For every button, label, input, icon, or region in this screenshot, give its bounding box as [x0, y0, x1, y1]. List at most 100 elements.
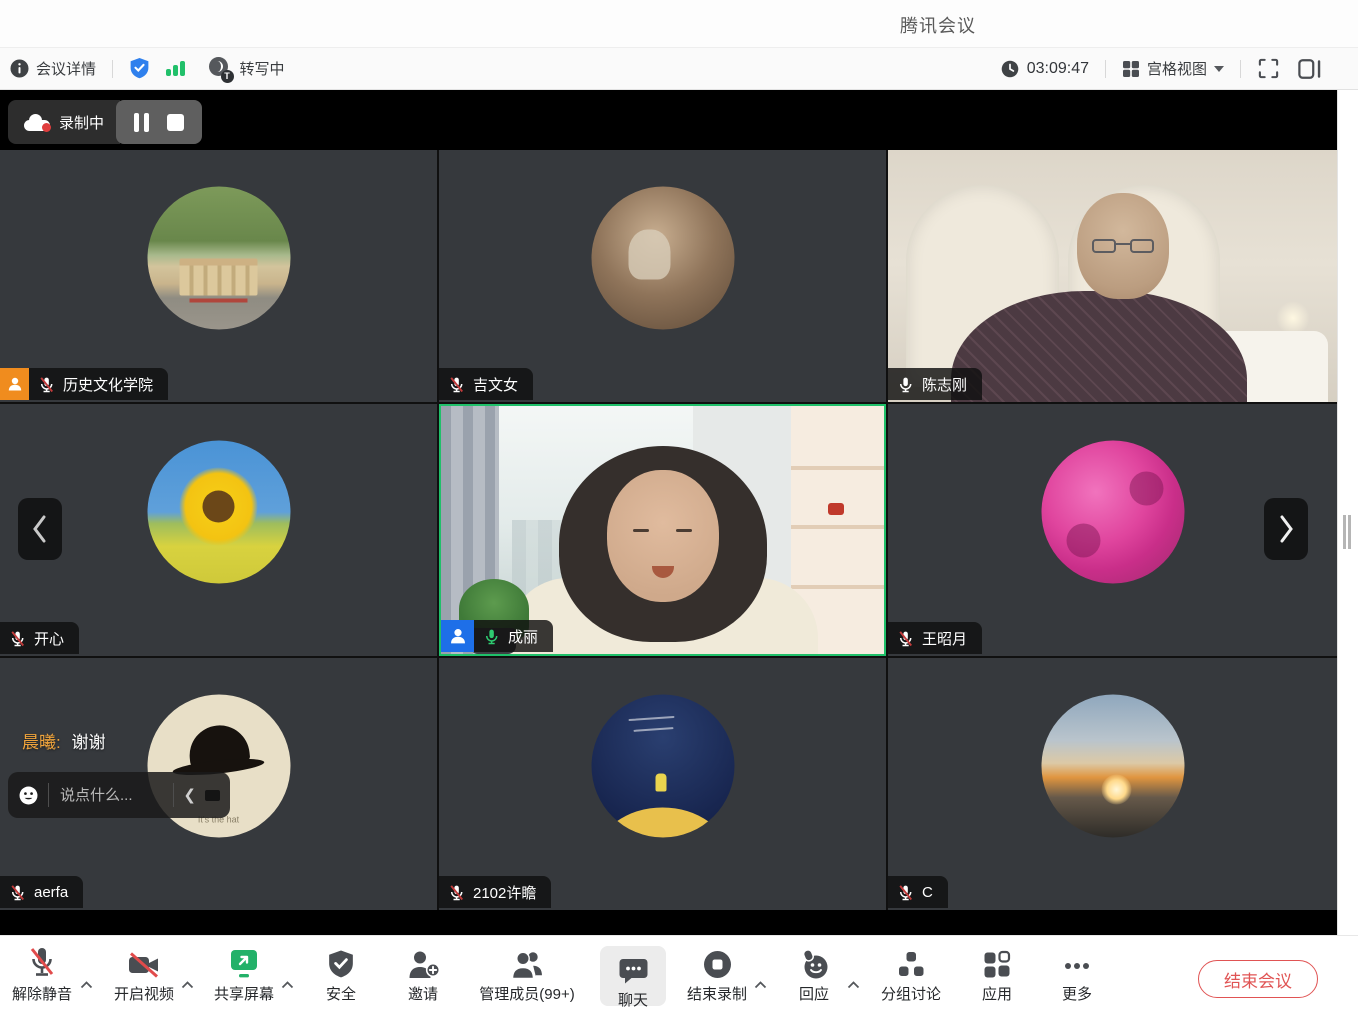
apps-grid-icon — [952, 942, 1042, 980]
more-dots-icon — [1032, 942, 1122, 980]
bottom-toolbar: 解除静音 开启视频 — [0, 935, 1358, 1015]
video-options-chevron-icon[interactable] — [181, 976, 194, 994]
participant-tile[interactable]: 历史文化学院 — [0, 150, 437, 402]
security-button[interactable]: 安全 — [296, 942, 386, 1004]
transcription-icon[interactable]: T — [209, 57, 233, 81]
chat-input-bar: ❮ — [8, 772, 230, 818]
nameplate: 开心 — [0, 622, 79, 654]
members-icon — [457, 942, 597, 980]
end-recording-button[interactable]: 结束录制 — [672, 942, 762, 1004]
previous-page-button[interactable] — [18, 498, 62, 560]
chat-button[interactable]: 聊天 — [600, 946, 666, 1006]
nameplate: C — [888, 876, 948, 908]
nameplate: 吉文女 — [439, 368, 533, 400]
stop-recording-button[interactable] — [167, 114, 184, 131]
divider — [1105, 60, 1106, 78]
video-stage: 录制中 — [0, 90, 1337, 935]
live-video — [888, 150, 1337, 402]
network-signal-icon[interactable] — [166, 61, 185, 76]
security-shield-icon[interactable] — [129, 57, 150, 80]
nameplate: 2102许瞻 — [439, 876, 551, 908]
reactions-button[interactable]: 回应 — [769, 942, 859, 1004]
avatar — [591, 187, 734, 330]
menu-bar-left: 会议详情 T 转写中 — [10, 48, 285, 89]
apps-button[interactable]: 应用 — [952, 942, 1042, 1004]
clock-icon — [1001, 60, 1019, 78]
participant-tile[interactable]: 陈志刚 — [888, 150, 1337, 402]
reaction-smiley-icon — [769, 942, 859, 980]
mic-muted-icon — [0, 942, 87, 980]
participant-tile[interactable]: 吉文女 — [439, 150, 886, 402]
menu-bar: 会议详情 T 转写中 03:09:47 — [0, 47, 1358, 90]
manage-members-button[interactable]: 管理成员(99+) — [457, 942, 597, 1004]
invite-person-icon — [378, 942, 468, 980]
participant-tile-active-speaker[interactable]: 成丽 — [439, 404, 886, 656]
view-mode-selector[interactable]: 宫格视图 — [1147, 58, 1207, 79]
camera-off-icon — [99, 942, 189, 980]
participant-name: 2102许瞻 — [473, 882, 536, 903]
recording-status: 录制中 — [8, 100, 120, 144]
participant-name: 开心 — [34, 628, 64, 649]
stop-record-icon — [672, 942, 762, 980]
mic-on-icon — [897, 376, 914, 393]
breakout-rooms-button[interactable]: 分组讨论 — [866, 942, 956, 1004]
unmute-button[interactable]: 解除静音 — [0, 942, 87, 1004]
chat-bubble-icon — [600, 948, 666, 986]
tencent-meeting-window: 腾讯会议 会议详情 T 转写中 — [0, 0, 1358, 1015]
mic-muted-icon — [897, 884, 914, 901]
start-video-button[interactable]: 开启视频 — [99, 942, 189, 1004]
divider — [1240, 60, 1241, 78]
share-screen-button[interactable]: 共享屏幕 — [199, 942, 289, 1004]
reactions-options-chevron-icon[interactable] — [847, 976, 860, 994]
invite-button[interactable]: 邀请 — [378, 942, 468, 1004]
more-button[interactable]: 更多 — [1032, 942, 1122, 1004]
scrollbar[interactable] — [1343, 515, 1351, 549]
collapse-chat-icon[interactable]: ❮ — [183, 786, 196, 804]
side-panel-layout-icon[interactable] — [1298, 58, 1322, 80]
grid-view-icon[interactable] — [1122, 60, 1140, 78]
window-title: 腾讯会议 — [900, 12, 976, 38]
mic-muted-icon — [897, 630, 914, 647]
divider — [48, 783, 49, 807]
next-page-button[interactable] — [1264, 498, 1308, 560]
cloud-recording-icon — [24, 114, 50, 131]
share-options-chevron-icon[interactable] — [281, 976, 294, 994]
image-thumbnail-icon[interactable] — [205, 790, 220, 801]
participant-tile[interactable]: 开心 — [0, 404, 437, 656]
participant-name: 成丽 — [508, 626, 538, 647]
info-icon[interactable] — [10, 59, 29, 78]
emoji-icon[interactable] — [18, 785, 39, 806]
participant-tile[interactable]: 2102许瞻 — [439, 658, 886, 910]
mic-muted-icon — [448, 884, 465, 901]
mic-muted-icon — [38, 376, 55, 393]
menu-bar-right: 03:09:47 宫格视图 — [1001, 48, 1322, 89]
pause-recording-button[interactable] — [134, 113, 149, 132]
chevron-down-icon[interactable] — [1214, 66, 1224, 72]
chat-message-input[interactable] — [58, 786, 164, 805]
avatar — [1041, 695, 1184, 838]
right-side-strip — [1337, 90, 1358, 935]
recording-options-chevron-icon[interactable] — [754, 976, 767, 994]
meeting-details-link[interactable]: 会议详情 — [36, 58, 96, 79]
meeting-timer: 03:09:47 — [1027, 60, 1089, 78]
participant-name: 王昭月 — [922, 628, 967, 649]
avatar — [147, 187, 290, 330]
shield-check-icon — [296, 942, 386, 980]
mic-active-icon — [483, 628, 500, 645]
end-meeting-button[interactable]: 结束会议 — [1198, 960, 1318, 998]
divider — [173, 783, 174, 807]
mic-muted-icon — [9, 630, 26, 647]
participant-name: 陈志刚 — [922, 374, 967, 395]
nameplate: 历史文化学院 — [29, 368, 168, 400]
participant-name: C — [922, 884, 933, 901]
unmute-options-chevron-icon[interactable] — [80, 976, 93, 994]
nameplate: aerfa — [0, 876, 83, 908]
nameplate: 成丽 — [474, 620, 553, 652]
chat-sender: 晨曦: — [22, 733, 61, 752]
avatar — [1041, 441, 1184, 584]
participant-tile[interactable]: C — [888, 658, 1337, 910]
chat-message: 晨曦: 谢谢 — [22, 728, 105, 753]
nameplate: 陈志刚 — [888, 368, 982, 400]
avatar — [147, 441, 290, 584]
fullscreen-icon[interactable] — [1257, 57, 1280, 80]
